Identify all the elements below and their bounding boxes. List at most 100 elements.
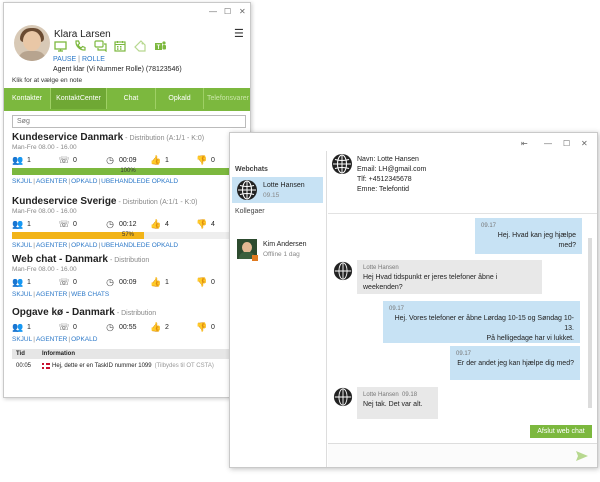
table-row[interactable]: 00:05 Hej, dette er en TaskID nummer 109… [12, 359, 232, 373]
column-header-info: Information [42, 351, 75, 357]
end-web-chat-button[interactable]: Afslut web chat [530, 425, 592, 438]
queue-title[interactable]: Opgave kø - Danmark - Distribution [12, 307, 244, 318]
calls-icon: ☏ [58, 155, 70, 165]
contact-phone-field: Tlf: +4512345678 [357, 176, 412, 183]
maximize-icon[interactable]: ☐ [224, 7, 231, 16]
queue-distribution: - Distribution [109, 257, 150, 264]
queue-stat: 👍 4 [150, 219, 196, 229]
restore-icon[interactable]: ⇤ [521, 139, 528, 148]
queue-link[interactable]: AGENTER [36, 336, 67, 343]
svg-text:T: T [156, 45, 160, 51]
wait-time-icon: ◷ [106, 322, 114, 332]
queue-stat-value: 0 [211, 156, 215, 164]
chat-scrollbar[interactable] [588, 238, 592, 408]
queue-stat: ◷ 00:55 [104, 322, 150, 332]
queue-stat-value: 1 [165, 278, 169, 286]
web-chat-window: ⇤ — ☐ ✕ Webchats Lotte Hansen 09.15 Koll… [229, 132, 598, 468]
queue-link[interactable]: AGENTER [36, 178, 67, 185]
note-hint[interactable]: Klik for at vælge en note [12, 77, 82, 84]
message-time: 09.17 [481, 223, 497, 229]
thumbs-down-icon: 👎 [196, 155, 208, 165]
message-sender: Lotte Hansen [363, 392, 399, 398]
chat-icon[interactable] [93, 40, 107, 52]
thumbs-up-icon: 👍 [150, 219, 162, 229]
wait-time-icon: ◷ [106, 277, 114, 287]
agents-icon: 👥 [12, 155, 24, 165]
avatar [14, 25, 50, 61]
queue-name: Kundeservice Danmark [12, 132, 124, 143]
queue-link[interactable]: SKJUL [12, 336, 32, 343]
queue-distribution: - Distribution (A:1/1 - K:0) [118, 199, 198, 206]
queue-link[interactable]: OPKALD [71, 178, 97, 185]
tab-underline [4, 109, 250, 111]
message-outgoing: 09.17 Er der andet jeg kan hjælpe dig me… [450, 346, 580, 380]
queue-link[interactable]: SKJUL [12, 178, 32, 185]
chat-contact-name: Lotte Hansen [263, 182, 305, 189]
queue-card: Kundeservice Danmark - Distribution (A:1/… [12, 132, 244, 185]
queue-title[interactable]: Kundeservice Sverige - Distribution (A:1/… [12, 196, 244, 207]
queue-progress-bar: 100% [12, 168, 244, 175]
queue-stat: 👥 1 [12, 322, 58, 332]
thumbs-down-icon: 👎 [196, 322, 208, 332]
sender-globe-icon [333, 387, 353, 407]
queue-links: SKJUL|AGENTER|OPKALD|UBEHANDLEDE OPKALD [12, 242, 179, 249]
pause-link[interactable]: PAUSE [53, 56, 76, 63]
chat-item-lotte-hansen[interactable]: Lotte Hansen 09.15 [232, 177, 323, 203]
queue-title[interactable]: Kundeservice Danmark - Distribution (A:1/… [12, 132, 244, 143]
hamburger-menu-icon[interactable]: ☰ [234, 27, 244, 40]
queue-link[interactable]: SKJUL [12, 291, 32, 298]
agent-name: Klara Larsen [54, 29, 111, 40]
search-input[interactable] [12, 115, 246, 128]
colleague-name[interactable]: Kim Andersen [263, 241, 307, 248]
tab-chat[interactable]: Chat [107, 88, 156, 109]
queue-link[interactable]: UBEHANDLEDE OPKALD [101, 242, 178, 249]
message-outgoing: 09.17 Hej. Vores telefoner er åbne Lørda… [383, 301, 580, 343]
queue-stat: 👍 1 [150, 277, 196, 287]
message-text: Hej Hvad tidspunkt er jeres telefoner åb… [363, 274, 498, 291]
minimize-icon[interactable]: — [209, 7, 217, 16]
queue-stat: 👍 2 [150, 322, 196, 332]
queue-link[interactable]: SKJUL [12, 242, 32, 249]
queue-link[interactable]: OPKALD [71, 336, 97, 343]
message-time: 09.17 [389, 306, 405, 312]
calendar-icon[interactable] [113, 40, 127, 52]
queue-link[interactable]: AGENTER [36, 291, 67, 298]
queue-distribution: - Distribution (A:1/1 - K:0) [125, 135, 205, 142]
thumbs-up-icon: 👍 [150, 322, 162, 332]
queue-progress-bar: 57% [12, 232, 244, 239]
phone-icon[interactable] [73, 40, 87, 52]
minimize-icon[interactable]: — [544, 139, 552, 148]
maximize-icon[interactable]: ☐ [563, 139, 570, 148]
queue-distribution: - Distribution [116, 310, 157, 317]
queue-link[interactable]: UBEHANDLEDE OPKALD [101, 178, 178, 185]
message-text-line2: På helligedage har vi lukket. [486, 335, 574, 342]
queue-link[interactable]: AGENTER [36, 242, 67, 249]
message-input[interactable] [328, 443, 597, 467]
denmark-flag-icon [42, 363, 50, 369]
queue-link[interactable]: WEB CHATS [71, 291, 109, 298]
close-icon[interactable]: ✕ [239, 7, 246, 16]
tab-kontakter[interactable]: Kontakter [4, 88, 51, 109]
teams-icon[interactable]: T [153, 40, 167, 52]
tab-telefonsvarer: Telefonsvarer [204, 88, 250, 109]
tab-opkald[interactable]: Opkald [156, 88, 204, 109]
queue-title[interactable]: Web chat - Danmark - Distribution [12, 254, 244, 265]
row-time: 00:05 [16, 363, 32, 369]
colleagues-header: Kollegaer [235, 208, 265, 215]
close-icon[interactable]: ✕ [581, 139, 588, 148]
queue-link[interactable]: OPKALD [71, 242, 97, 249]
agents-icon: 👥 [12, 277, 24, 287]
contact-center-window: — ☐ ✕ Klara Larsen ☰ T PAUSE | ROLLE Age… [3, 2, 251, 398]
contact-email-field: Email: LH@gmail.com [357, 166, 427, 173]
queue-card: Web chat - Danmark - Distribution Man-Fre … [12, 254, 244, 298]
send-icon[interactable] [575, 450, 589, 462]
role-link[interactable]: ROLLE [82, 56, 105, 63]
queue-stat: 👍 1 [150, 155, 196, 165]
monitor-icon[interactable] [53, 40, 67, 52]
queue-name: Opgave kø - Danmark [12, 307, 115, 318]
queue-stat-value: 0 [73, 220, 77, 228]
queue-progress-label: 57% [121, 232, 134, 238]
tab-kontaktcenter[interactable]: KontaktCenter [51, 88, 107, 109]
message-text: Nej tak. Det var alt. [363, 401, 423, 408]
tag-icon[interactable] [133, 40, 147, 52]
